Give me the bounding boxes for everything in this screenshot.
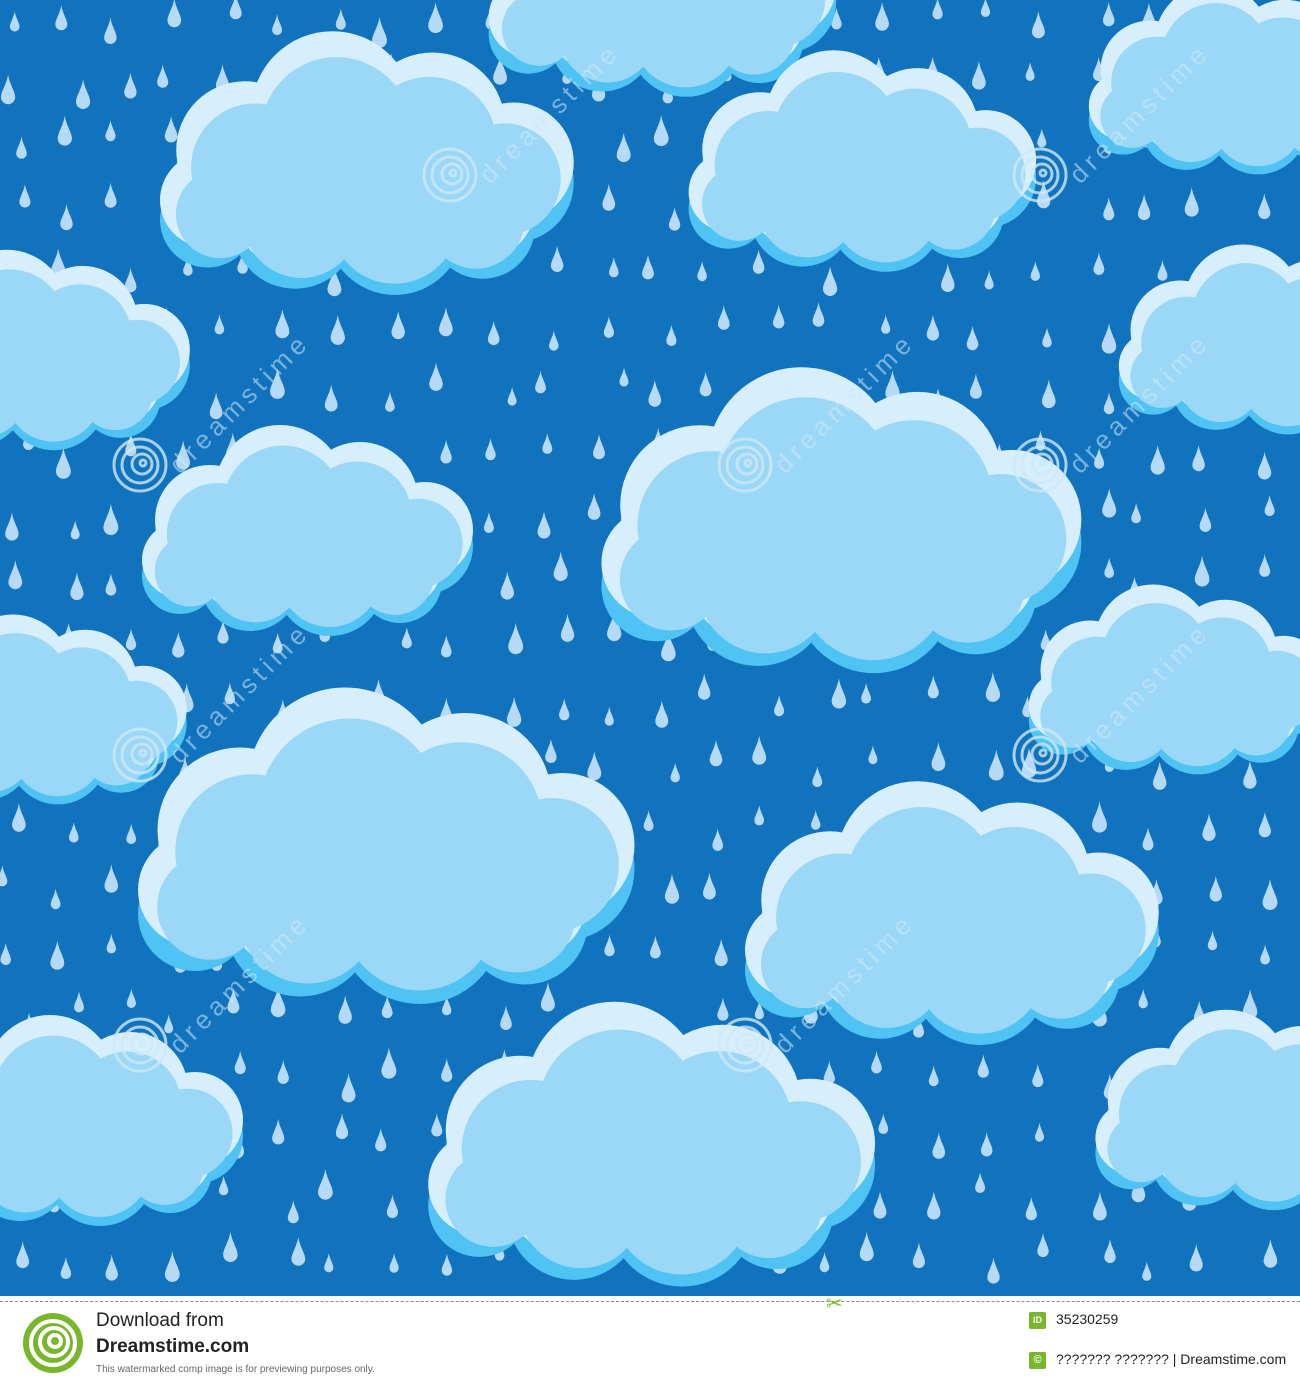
image-id: 35230259 (1056, 1311, 1119, 1327)
watermark-spiral-icon (717, 437, 773, 493)
download-from-label: Download from (96, 1310, 224, 1331)
watermark-spiral-icon (112, 437, 168, 493)
watermark-spiral-icon (422, 147, 478, 203)
watermark-spiral-icon (717, 1017, 773, 1073)
scissors-icon: ✂ (826, 1291, 843, 1315)
id-badge: ID (1029, 1312, 1046, 1329)
pattern-artwork: dreamstime dreamstime dreamstime dreamstime… (0, 0, 1300, 1296)
cut-line (0, 1301, 1300, 1302)
watermark-spiral-icon (112, 727, 168, 783)
dreamstime-site-link[interactable]: Dreamstime.com (96, 1336, 249, 1358)
copyright-badge: © (1029, 1352, 1046, 1369)
dreamstime-logo-icon (23, 1313, 83, 1373)
watermark-spiral-icon (1012, 727, 1068, 783)
author-credit: ??????? ??????? | Dreamstime.com (1056, 1351, 1287, 1367)
watermark-spiral-icon (112, 1017, 168, 1073)
watermark-disclaimer: This watermarked comp image is for previ… (96, 1364, 375, 1375)
watermark-spiral-icon (1012, 437, 1068, 493)
stock-footer: ✂ Download from Dreamstime.com This wate… (0, 1291, 1300, 1390)
watermark-spiral-icon (1012, 147, 1068, 203)
